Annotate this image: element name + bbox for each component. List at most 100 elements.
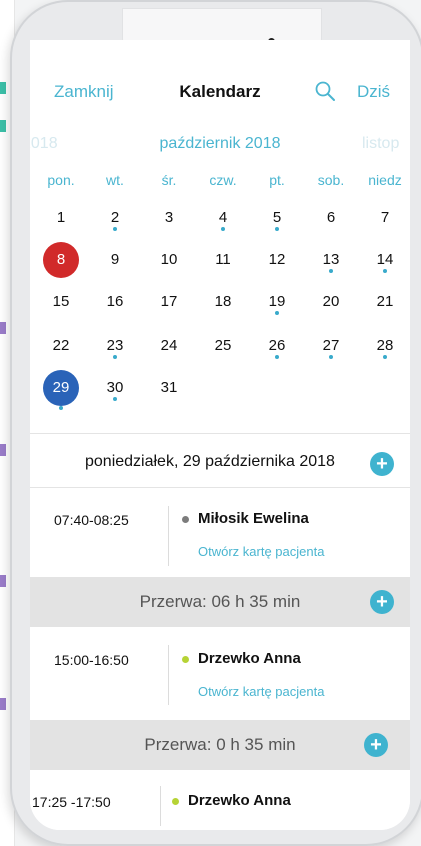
status-dot <box>182 516 189 523</box>
event-indicator <box>113 227 117 231</box>
next-month[interactable]: listop <box>362 135 399 153</box>
calendar-day[interactable]: 19 <box>250 284 304 320</box>
day-number: 10 <box>160 251 178 268</box>
day-number: 1 <box>56 209 66 226</box>
weekday-label: czw. <box>209 172 237 188</box>
break-bar: Przerwa: 0 h 35 min + <box>30 720 410 770</box>
day-number: 7 <box>380 209 390 226</box>
calendar-day[interactable]: 16 <box>88 284 142 320</box>
calendar-day[interactable]: 1 <box>34 200 88 236</box>
day-number: 8 <box>43 242 79 278</box>
weekday-label: niedz <box>368 172 402 188</box>
status-dot <box>182 656 189 663</box>
calendar-day[interactable]: 28 <box>358 328 410 364</box>
day-number: 24 <box>160 337 178 354</box>
patient-name: Drzewko Anna <box>198 650 301 667</box>
day-number: 11 <box>215 251 231 268</box>
day-number: 18 <box>214 293 232 310</box>
calendar-day[interactable]: 24 <box>142 328 196 364</box>
appointment-time: 07:40-08:25 <box>54 512 129 528</box>
calendar-day[interactable]: 20 <box>304 284 358 320</box>
background-tag <box>0 575 6 587</box>
day-number: 31 <box>160 379 178 396</box>
event-indicator <box>113 397 117 401</box>
add-appointment-button[interactable]: + <box>364 733 388 757</box>
day-number: 20 <box>322 293 340 310</box>
calendar-day[interactable]: 18 <box>196 284 250 320</box>
calendar-day[interactable]: 29 <box>34 370 88 410</box>
background-tag <box>0 120 6 132</box>
calendar-day[interactable]: 3 <box>142 200 196 236</box>
calendar-day[interactable]: 21 <box>358 284 410 320</box>
today-button[interactable]: Dziś <box>357 82 390 102</box>
weekday-label: pt. <box>269 172 285 188</box>
weekday-header: pon. wt. śr. czw. pt. sob. niedz <box>30 172 410 190</box>
event-indicator <box>59 406 63 410</box>
search-icon[interactable] <box>314 80 336 102</box>
weekday-label: sob. <box>317 172 345 188</box>
calendar-day[interactable]: 11 <box>196 242 250 278</box>
calendar-day[interactable]: 13 <box>304 242 358 278</box>
calendar-day[interactable]: 9 <box>88 242 142 278</box>
calendar-day[interactable]: 5 <box>250 200 304 236</box>
page-title: Kalendarz <box>179 82 261 101</box>
current-month: październik 2018 <box>159 135 281 152</box>
calendar-day[interactable]: 26 <box>250 328 304 364</box>
selected-date-label: poniedziałek, 29 października 2018 <box>85 453 335 470</box>
event-indicator <box>275 227 279 231</box>
calendar-day[interactable]: 23 <box>88 328 142 364</box>
day-number: 16 <box>106 293 124 310</box>
appointment-item[interactable]: 17:25 -17:50 Drzewko Anna <box>30 772 410 830</box>
calendar-day[interactable]: 14 <box>358 242 410 278</box>
day-number: 17 <box>160 293 178 310</box>
patient-name: Drzewko Anna <box>188 792 291 809</box>
appointment-item[interactable]: 15:00-16:50 Drzewko Anna Otwórz kartę pa… <box>30 630 410 715</box>
month-selector: 2018 październik 2018 listop <box>30 135 410 157</box>
day-number: 12 <box>268 251 286 268</box>
status-dot <box>172 798 179 805</box>
weekday-label: wt. <box>106 172 124 188</box>
add-appointment-button[interactable]: + <box>370 590 394 614</box>
calendar-day[interactable]: 22 <box>34 328 88 364</box>
calendar-day[interactable]: 30 <box>88 370 142 406</box>
event-indicator <box>329 355 333 359</box>
calendar-day[interactable]: 25 <box>196 328 250 364</box>
calendar-day[interactable]: 10 <box>142 242 196 278</box>
calendar-day[interactable]: 12 <box>250 242 304 278</box>
day-number: 6 <box>326 209 336 226</box>
calendar-day[interactable]: 8 <box>34 242 88 278</box>
divider <box>168 506 169 566</box>
appointment-time: 17:25 -17:50 <box>32 794 111 810</box>
day-number: 9 <box>110 251 120 268</box>
calendar-day[interactable]: 7 <box>358 200 410 236</box>
event-indicator <box>275 311 279 315</box>
open-patient-card-link[interactable]: Otwórz kartę pacjenta <box>198 544 324 559</box>
event-indicator <box>329 269 333 273</box>
navigation-bar: Zamknij Kalendarz Dziś <box>30 40 410 140</box>
add-appointment-button[interactable]: + <box>370 452 394 476</box>
event-indicator <box>383 269 387 273</box>
day-number: 21 <box>376 293 394 310</box>
calendar-day[interactable]: 2 <box>88 200 142 236</box>
calendar-grid: 1 2 3 4 5 6 7 8 9 10 11 12 13 14 15 16 17 18 19 20 21 22 23 24 2… <box>30 208 410 428</box>
calendar-day[interactable]: 31 <box>142 370 196 406</box>
day-number: 29 <box>43 370 79 406</box>
calendar-day[interactable]: 4 <box>196 200 250 236</box>
day-number: 25 <box>214 337 232 354</box>
appointment-time: 15:00-16:50 <box>54 652 129 668</box>
event-indicator <box>383 355 387 359</box>
day-number: 22 <box>52 337 70 354</box>
calendar-day[interactable]: 17 <box>142 284 196 320</box>
open-patient-card-link[interactable]: Otwórz kartę pacjenta <box>198 684 324 699</box>
app-screen: Zamknij Kalendarz Dziś 2018 październik … <box>30 40 410 830</box>
day-number: 15 <box>52 293 70 310</box>
appointment-item[interactable]: 07:40-08:25 Miłosik Ewelina Otwórz kartę… <box>30 488 410 575</box>
event-indicator <box>221 227 225 231</box>
calendar-day[interactable]: 27 <box>304 328 358 364</box>
divider <box>30 433 410 434</box>
event-indicator <box>275 355 279 359</box>
break-bar: Przerwa: 06 h 35 min + <box>30 577 410 627</box>
calendar-day[interactable]: 6 <box>304 200 358 236</box>
background-tag <box>0 322 6 334</box>
calendar-day[interactable]: 15 <box>34 284 88 320</box>
